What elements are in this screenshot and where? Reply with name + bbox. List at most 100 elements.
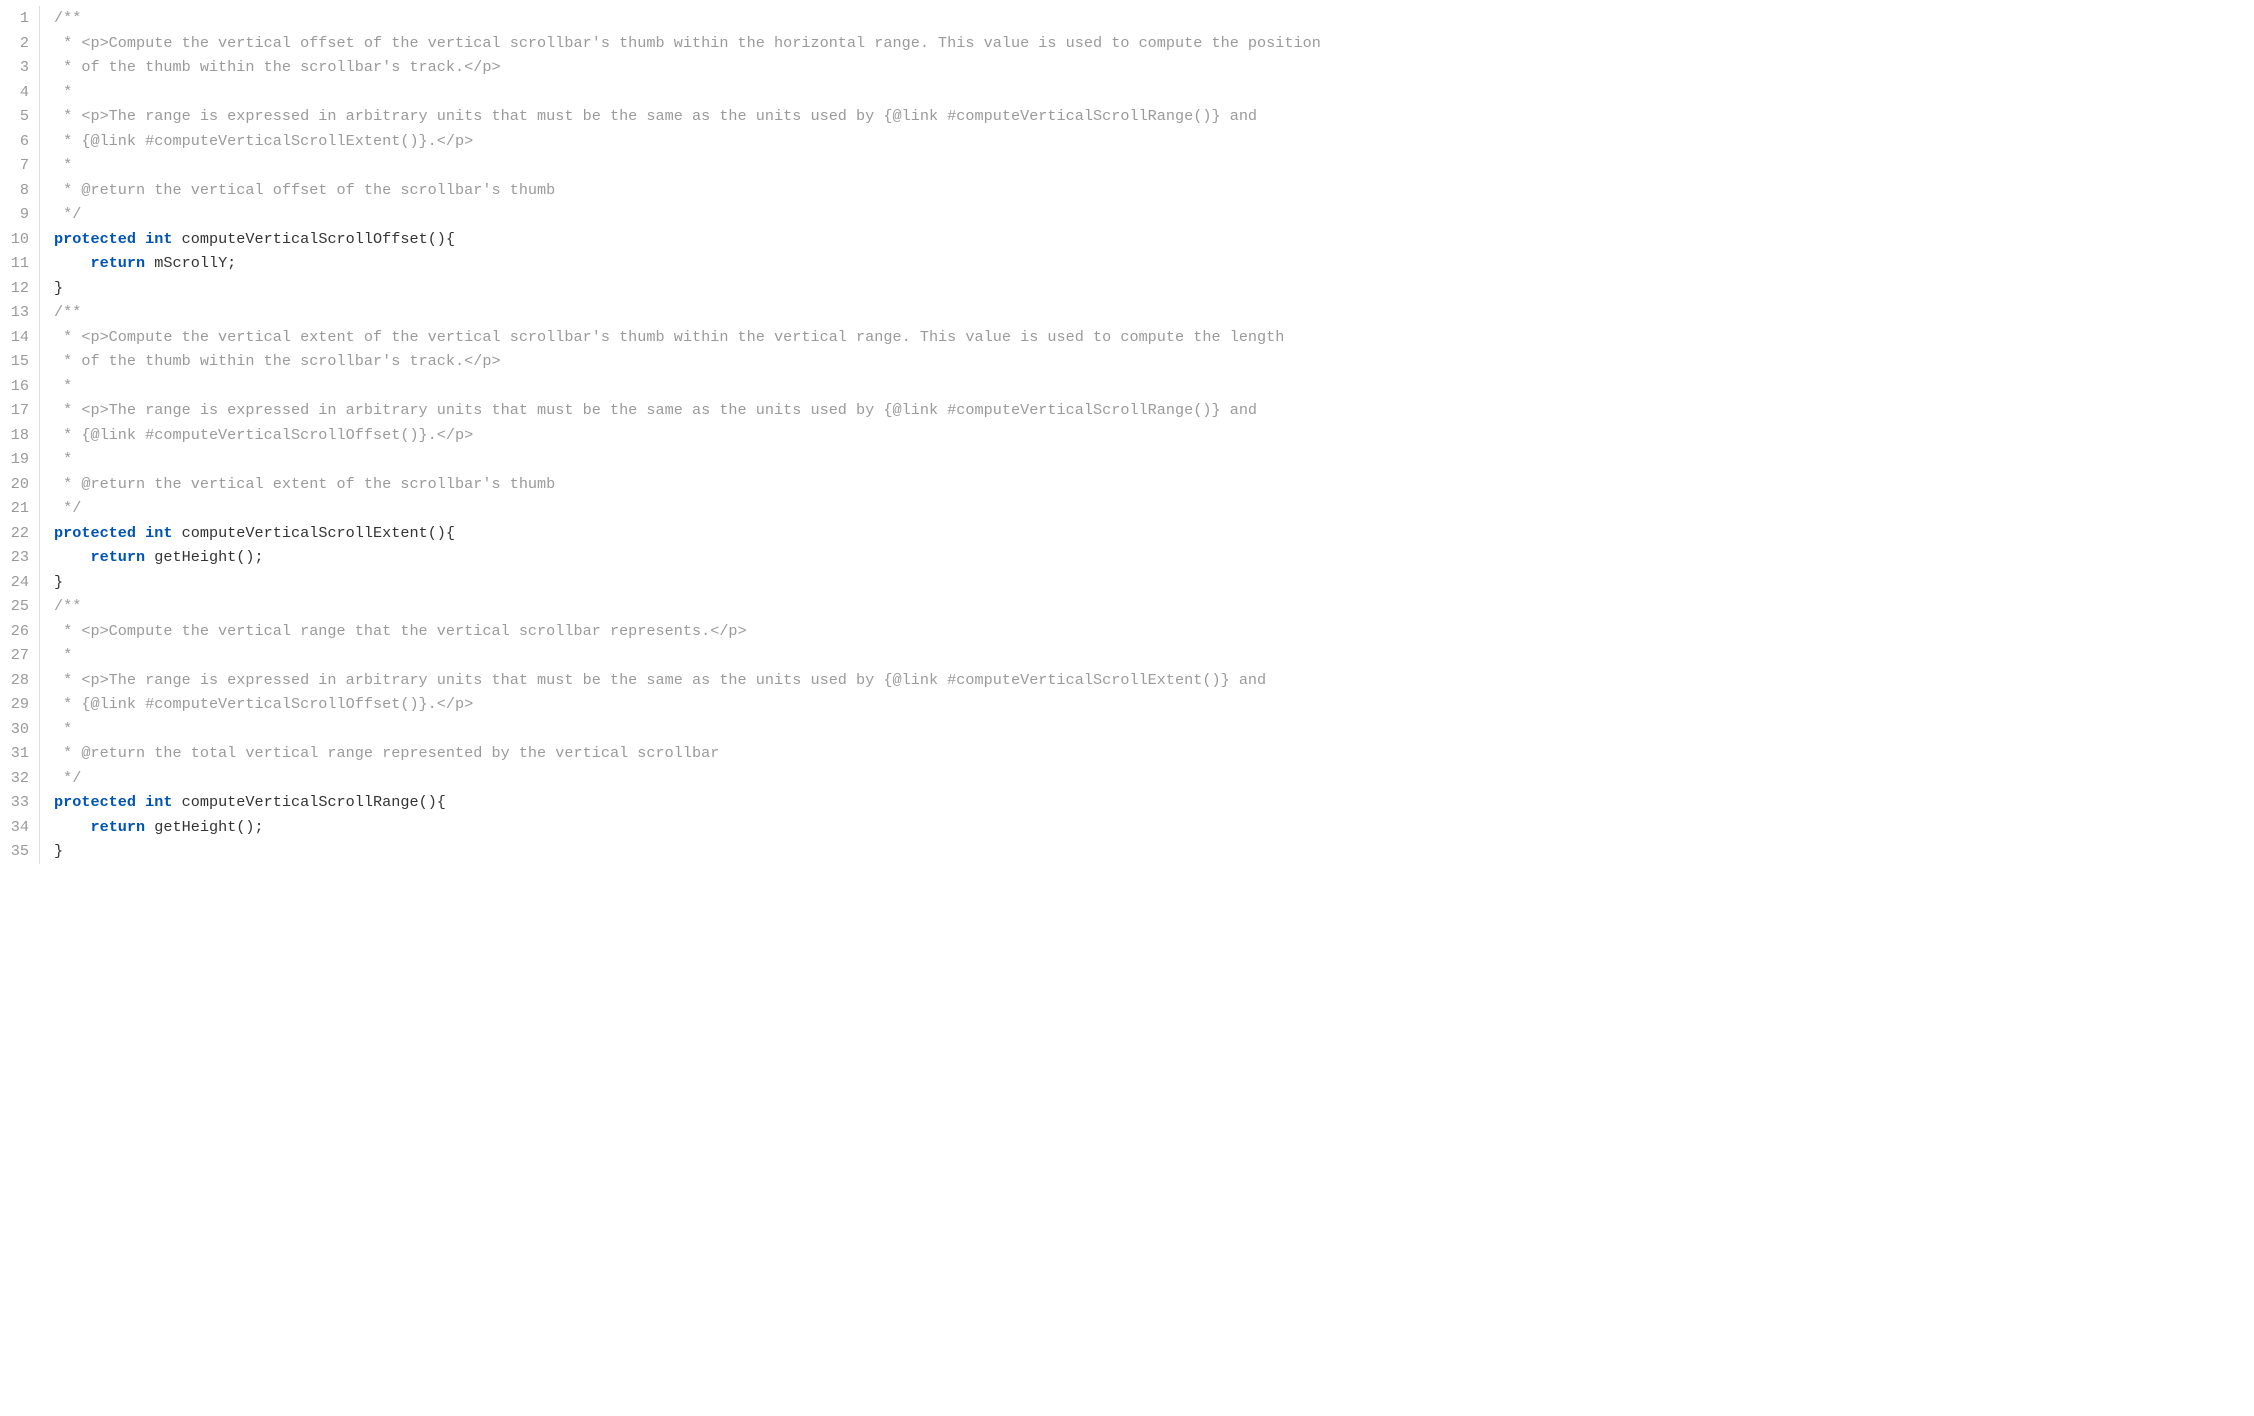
token-keyword: int (145, 230, 172, 248)
code-line[interactable]: */ (54, 202, 2254, 227)
token-comment: * @return the vertical extent of the scr… (54, 475, 555, 493)
line-number: 20 (0, 472, 29, 497)
code-editor-content[interactable]: /** * <p>Compute the vertical offset of … (40, 6, 2254, 864)
code-line[interactable]: */ (54, 766, 2254, 791)
token-comment: * {@link #computeVerticalScrollOffset()}… (54, 426, 473, 444)
token-default: computeVerticalScrollExtent(){ (173, 524, 456, 542)
token-comment: * <p>Compute the vertical range that the… (54, 622, 747, 640)
line-number: 31 (0, 741, 29, 766)
code-line[interactable]: * (54, 374, 2254, 399)
token-default: computeVerticalScrollRange(){ (173, 793, 446, 811)
token-default: getHeight(); (145, 818, 263, 836)
token-comment: * (54, 83, 72, 101)
code-line[interactable]: */ (54, 496, 2254, 521)
line-number: 3 (0, 55, 29, 80)
line-number: 11 (0, 251, 29, 276)
line-number: 19 (0, 447, 29, 472)
token-default: mScrollY; (145, 254, 236, 272)
token-comment: * <p>The range is expressed in arbitrary… (54, 671, 1266, 689)
token-keyword: int (145, 524, 172, 542)
line-number: 33 (0, 790, 29, 815)
token-keyword: protected (54, 230, 136, 248)
code-line[interactable]: * {@link #computeVerticalScrollOffset()}… (54, 423, 2254, 448)
code-line[interactable]: protected int computeVerticalScrollOffse… (54, 227, 2254, 252)
code-line[interactable]: * @return the total vertical range repre… (54, 741, 2254, 766)
line-number: 23 (0, 545, 29, 570)
token-comment: * {@link #computeVerticalScrollExtent()}… (54, 132, 473, 150)
code-line[interactable]: * of the thumb within the scrollbar's tr… (54, 55, 2254, 80)
code-line[interactable]: /** (54, 594, 2254, 619)
line-number: 15 (0, 349, 29, 374)
line-number: 6 (0, 129, 29, 154)
code-line[interactable]: } (54, 276, 2254, 301)
code-line[interactable]: * (54, 80, 2254, 105)
line-number: 30 (0, 717, 29, 742)
code-line[interactable]: * <p>Compute the vertical extent of the … (54, 325, 2254, 350)
code-line[interactable]: * <p>Compute the vertical offset of the … (54, 31, 2254, 56)
token-default (54, 548, 90, 566)
code-line[interactable]: * {@link #computeVerticalScrollOffset()}… (54, 692, 2254, 717)
token-comment: * <p>Compute the vertical offset of the … (54, 34, 1321, 52)
code-line[interactable]: return mScrollY; (54, 251, 2254, 276)
token-comment: /** (54, 9, 81, 27)
token-default: getHeight(); (145, 548, 263, 566)
line-number-gutter: 1234567891011121314151617181920212223242… (0, 6, 40, 864)
code-line[interactable]: return getHeight(); (54, 815, 2254, 840)
token-comment: * <p>The range is expressed in arbitrary… (54, 401, 1257, 419)
token-comment: * {@link #computeVerticalScrollOffset()}… (54, 695, 473, 713)
line-number: 7 (0, 153, 29, 178)
line-number: 17 (0, 398, 29, 423)
line-number: 22 (0, 521, 29, 546)
code-line[interactable]: * @return the vertical extent of the scr… (54, 472, 2254, 497)
code-line[interactable]: * of the thumb within the scrollbar's tr… (54, 349, 2254, 374)
token-keyword: return (90, 548, 145, 566)
line-number: 32 (0, 766, 29, 791)
line-number: 29 (0, 692, 29, 717)
token-comment: */ (54, 499, 81, 517)
code-line[interactable]: * {@link #computeVerticalScrollExtent()}… (54, 129, 2254, 154)
code-line[interactable]: * (54, 717, 2254, 742)
line-number: 35 (0, 839, 29, 864)
line-number: 8 (0, 178, 29, 203)
code-line[interactable]: return getHeight(); (54, 545, 2254, 570)
line-number: 12 (0, 276, 29, 301)
token-keyword: protected (54, 793, 136, 811)
line-number: 24 (0, 570, 29, 595)
code-line[interactable]: * (54, 153, 2254, 178)
line-number: 26 (0, 619, 29, 644)
line-number: 27 (0, 643, 29, 668)
token-default: } (54, 573, 63, 591)
code-line[interactable]: * <p>The range is expressed in arbitrary… (54, 668, 2254, 693)
code-line[interactable]: * <p>The range is expressed in arbitrary… (54, 104, 2254, 129)
token-comment: * (54, 646, 72, 664)
token-keyword: return (90, 254, 145, 272)
code-line[interactable]: } (54, 570, 2254, 595)
token-comment: /** (54, 303, 81, 321)
token-default: computeVerticalScrollOffset(){ (173, 230, 456, 248)
code-line[interactable]: /** (54, 6, 2254, 31)
token-comment: * of the thumb within the scrollbar's tr… (54, 352, 501, 370)
line-number: 34 (0, 815, 29, 840)
code-line[interactable]: protected int computeVerticalScrollExten… (54, 521, 2254, 546)
line-number: 5 (0, 104, 29, 129)
token-default (54, 818, 90, 836)
line-number: 28 (0, 668, 29, 693)
line-number: 16 (0, 374, 29, 399)
code-line[interactable]: * <p>Compute the vertical range that the… (54, 619, 2254, 644)
code-line[interactable]: protected int computeVerticalScrollRange… (54, 790, 2254, 815)
code-line[interactable]: * (54, 643, 2254, 668)
code-line[interactable]: /** (54, 300, 2254, 325)
code-line[interactable]: * <p>The range is expressed in arbitrary… (54, 398, 2254, 423)
code-line[interactable]: * @return the vertical offset of the scr… (54, 178, 2254, 203)
code-line[interactable]: * (54, 447, 2254, 472)
line-number: 2 (0, 31, 29, 56)
token-comment: * (54, 377, 72, 395)
code-line[interactable]: } (54, 839, 2254, 864)
token-comment: */ (54, 769, 81, 787)
line-number: 10 (0, 227, 29, 252)
line-number: 4 (0, 80, 29, 105)
token-default (136, 524, 145, 542)
token-comment: * of the thumb within the scrollbar's tr… (54, 58, 501, 76)
line-number: 1 (0, 6, 29, 31)
token-comment: * (54, 156, 72, 174)
